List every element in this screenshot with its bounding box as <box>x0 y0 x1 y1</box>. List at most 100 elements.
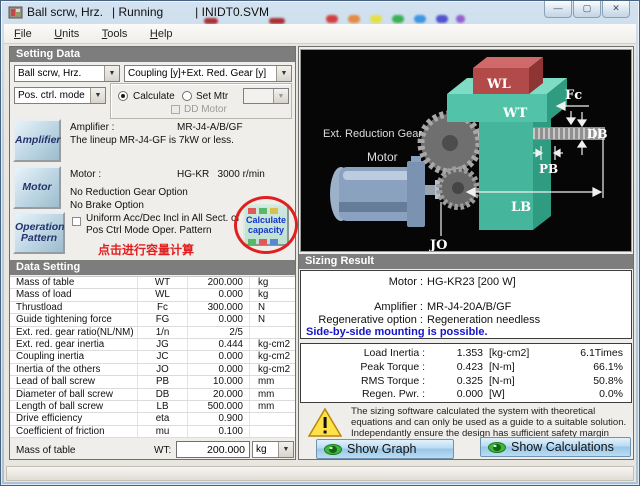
metric-row: Regen. Pwr. :0.000[W]0.0% <box>301 388 631 402</box>
control-mode-select[interactable]: Pos. ctrl. mode ▼ <box>14 87 106 104</box>
chevron-down-icon[interactable]: ▼ <box>278 442 293 457</box>
edit-value-input[interactable] <box>176 441 250 458</box>
menu-units[interactable]: Units <box>46 25 87 42</box>
no-reduction-gear-note: No Reduction Gear Option <box>70 187 188 198</box>
data-setting-row[interactable]: Diameter of ball screwDB20.000mm <box>10 389 295 401</box>
metric-row-value: 0.423 <box>425 361 483 375</box>
dd-motor-checkbox[interactable] <box>171 105 180 114</box>
menu-tools[interactable]: Tools <box>94 25 136 42</box>
operation-pattern-button[interactable]: Operation Pattern <box>13 212 65 254</box>
maximize-button[interactable]: ▢ <box>573 1 601 18</box>
result-regen-label: Regenerative option : <box>301 314 423 326</box>
data-setting-row-name: Lead of ball screw <box>10 376 138 387</box>
minimize-button[interactable]: — <box>544 1 572 18</box>
warning-line2: equations and can only be used as a guid… <box>351 417 626 428</box>
chevron-down-icon[interactable]: ▼ <box>90 88 105 103</box>
data-setting-row-name: Mass of load <box>10 289 138 300</box>
data-setting-row-name: Length of ball screw <box>10 401 138 412</box>
data-setting-row[interactable]: Mass of loadWL0.000kg <box>10 289 295 301</box>
data-setting-row-symbol: JC <box>138 351 188 362</box>
metric-row-label: Peak Torque : <box>301 361 425 375</box>
metric-row-value: 1.353 <box>425 347 483 361</box>
calculate-capacity-label2: capacity <box>245 225 287 235</box>
data-setting-row[interactable]: Coupling inertiaJC0.000kg-cm2 <box>10 351 295 363</box>
data-setting-row[interactable]: ThrustloadFc300.000N <box>10 302 295 314</box>
data-setting-row[interactable]: Ext. red. gear ratio(NL/NM)1/n2/5 <box>10 327 295 339</box>
result-motor-value: HG-KR23 [200 W] <box>427 276 516 288</box>
data-setting-row-unit: mm <box>250 389 295 400</box>
setting-data-header: Setting Data <box>10 47 295 62</box>
data-setting-row-unit: mm <box>250 376 295 387</box>
uniform-accdec-label2: Pos Ctrl Mode Oper. Pattern <box>86 225 212 236</box>
uniform-accdec-checkbox[interactable] <box>72 217 81 226</box>
data-setting-row-name: Mass of table <box>10 277 138 288</box>
data-setting-row-value: 0.900 <box>188 413 250 424</box>
menu-file[interactable]: File <box>6 25 40 42</box>
data-setting-row-name: Diameter of ball screw <box>10 389 138 400</box>
mounting-note: Side-by-side mounting is possible. <box>306 326 488 338</box>
mechanism-select-value: Ball scrw, Hrz. <box>18 68 81 79</box>
show-graph-label: Show Graph <box>347 442 416 456</box>
amplifier-button[interactable]: Amplifier <box>13 119 61 162</box>
data-setting-row[interactable]: Length of ball screwLB500.000mm <box>10 401 295 413</box>
close-button[interactable]: ✕ <box>602 1 630 18</box>
data-setting-row[interactable]: Lead of ball screwPB10.000mm <box>10 376 295 388</box>
calculate-radio[interactable] <box>118 91 128 101</box>
motor-button[interactable]: Motor <box>13 166 61 209</box>
data-setting-row-value: 0.000 <box>188 314 250 325</box>
data-setting-row-value: 0.444 <box>188 339 250 350</box>
data-setting-row-unit: mm <box>250 401 295 412</box>
result-amplifier-label: Amplifier : <box>301 301 423 313</box>
unit-select[interactable]: kg ▼ <box>252 441 294 458</box>
sizing-result-box: Motor : HG-KR23 [200 W] Amplifier : MR-J… <box>300 270 632 339</box>
data-setting-row[interactable]: Guide tightening forceFG0.000N <box>10 314 295 326</box>
coupling-select[interactable]: Coupling [y]+Ext. Red. Gear [y] ▼ <box>124 65 292 82</box>
calculate-capacity-label1: Calculate <box>245 215 287 225</box>
mechanism-select[interactable]: Ball scrw, Hrz. ▼ <box>14 65 120 82</box>
chevron-down-icon[interactable]: ▼ <box>104 66 119 81</box>
client-area: File Units Tools Help Setting Data Ball … <box>4 24 636 482</box>
data-setting-row-value: 500.000 <box>188 401 250 412</box>
data-setting-row-unit: kg-cm2 <box>250 339 295 350</box>
menu-help[interactable]: Help <box>142 25 181 42</box>
data-setting-row-symbol: JG <box>138 339 188 350</box>
menu-bar: File Units Tools Help <box>4 24 636 44</box>
set-mtr-radio[interactable] <box>182 91 192 101</box>
control-mode-value: Pos. ctrl. mode <box>18 90 85 101</box>
data-setting-row-symbol: eta <box>138 413 188 424</box>
amplifier-button-label: Amplifier <box>15 135 59 146</box>
data-setting-row-unit: kg <box>250 289 295 300</box>
data-setting-row[interactable]: Ext. red. gear inertiaJG0.444kg-cm2 <box>10 339 295 351</box>
no-brake-note: No Brake Option <box>70 200 144 211</box>
uniform-accdec-label1: Uniform Acc/Dec Incl in All Sect. of <box>86 213 239 224</box>
data-setting-row[interactable]: Inertia of the othersJO0.000kg-cm2 <box>10 364 295 376</box>
data-setting-row[interactable]: Drive efficiencyeta0.900 <box>10 413 295 425</box>
sizing-result-header: Sizing Result <box>299 254 633 269</box>
data-setting-row-value: 2/5 <box>188 327 250 338</box>
show-calculations-button[interactable]: Show Calculations <box>480 437 631 457</box>
metric-row: RMS Torque :0.325[N-m]50.8% <box>301 375 631 389</box>
warning-line1: The sizing software calculated the syste… <box>351 406 595 417</box>
calculate-capacity-button[interactable]: Calculate capacity <box>243 204 289 246</box>
pb-label: PB <box>539 162 558 176</box>
motor-select-disabled[interactable]: ▼ <box>243 88 289 104</box>
metric-row-unit: [N-m] <box>483 375 557 389</box>
data-setting-row[interactable]: Mass of tableWT200.000kg <box>10 277 295 289</box>
metric-row: Load Inertia :1.353[kg-cm2]6.1Times <box>301 347 631 361</box>
chevron-down-icon: ▼ <box>273 89 288 103</box>
chevron-down-icon[interactable]: ▼ <box>276 66 291 81</box>
ext-gear-label: Ext. Reduction Gear <box>323 128 422 140</box>
edit-row-name: Mass of table <box>16 445 75 456</box>
jo-label: JO <box>429 238 447 251</box>
show-graph-button[interactable]: Show Graph <box>316 439 454 459</box>
coupling-select-value: Coupling [y]+Ext. Red. Gear [y] <box>128 68 266 79</box>
title-bar[interactable]: Ball scrw, Hrz. | Running | INIDT0.SVM —… <box>1 1 639 24</box>
data-setting-row-value: 0.100 <box>188 426 250 437</box>
data-setting-row-symbol: Fc <box>138 302 188 313</box>
data-setting-row-name: Ext. red. gear ratio(NL/NM) <box>10 327 138 338</box>
data-setting-row[interactable]: Coefficient of frictionmu0.100 <box>10 426 295 438</box>
data-setting-row-name: Ext. red. gear inertia <box>10 339 138 350</box>
data-setting-row-unit <box>250 426 295 437</box>
data-setting-row-unit: N <box>250 302 295 313</box>
data-setting-table: Mass of tableWT200.000kgMass of loadWL0.… <box>10 276 295 438</box>
